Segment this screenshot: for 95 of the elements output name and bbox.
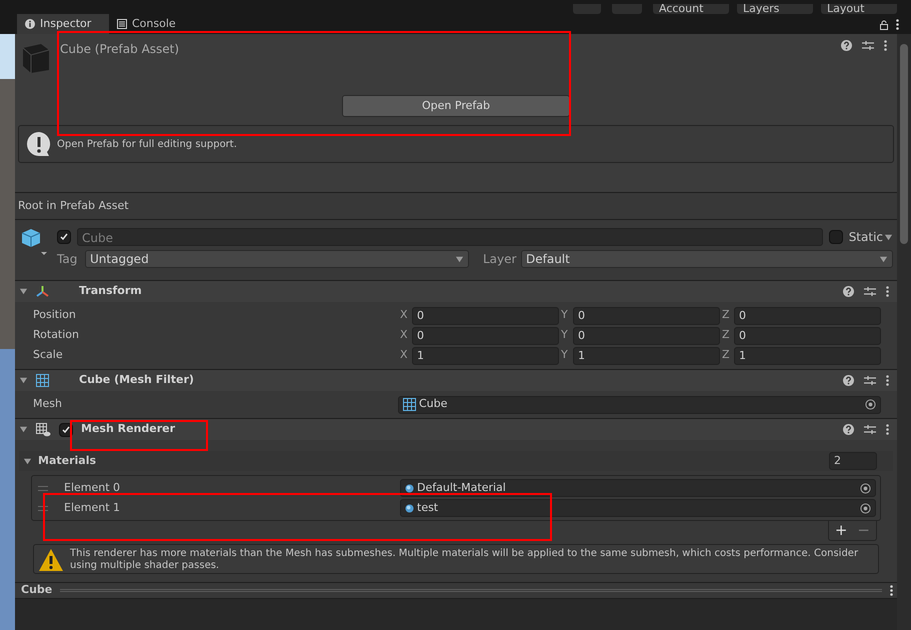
axis-label: Y bbox=[561, 307, 569, 324]
axis-label: X bbox=[400, 307, 409, 324]
sliders-icon[interactable] bbox=[864, 375, 876, 386]
grid-icon bbox=[403, 398, 416, 411]
alert-bubble-icon bbox=[25, 130, 53, 158]
check-icon bbox=[59, 232, 69, 242]
target-icon[interactable] bbox=[865, 399, 876, 410]
caret-icon[interactable] bbox=[879, 254, 888, 264]
open-prefab-button[interactable]: Open Prefab bbox=[342, 95, 570, 117]
sliders-icon[interactable] bbox=[862, 40, 874, 51]
caret-icon[interactable] bbox=[19, 425, 28, 434]
sphere-icon bbox=[405, 484, 414, 492]
cube-icon[interactable] bbox=[21, 228, 49, 256]
number-field[interactable]: 1 bbox=[573, 346, 720, 364]
layer-label: Layer bbox=[483, 251, 518, 268]
caret-icon[interactable] bbox=[19, 376, 28, 385]
number-field[interactable]: 0 bbox=[734, 326, 881, 344]
help-icon[interactable] bbox=[843, 375, 854, 386]
axis-label: Z bbox=[722, 327, 731, 344]
more-icon[interactable] bbox=[884, 40, 887, 51]
axes-icon bbox=[36, 285, 49, 298]
grid-icon bbox=[36, 374, 49, 387]
lock-icon[interactable] bbox=[880, 20, 888, 30]
drag-handle-icon[interactable] bbox=[38, 506, 48, 510]
toolbar-dropdown[interactable]: Account bbox=[653, 4, 729, 14]
number-field[interactable]: 1 bbox=[412, 346, 559, 364]
panel-tab[interactable]: Console bbox=[109, 14, 184, 34]
axis-label: Y bbox=[561, 347, 569, 364]
renderer-icon bbox=[36, 422, 51, 436]
more-icon[interactable] bbox=[886, 424, 889, 435]
axis-label: Y bbox=[561, 327, 569, 344]
property-label: Position bbox=[33, 307, 77, 324]
checkbox[interactable] bbox=[828, 230, 843, 244]
target-icon[interactable] bbox=[860, 482, 871, 494]
info-icon bbox=[25, 19, 35, 29]
more-icon[interactable] bbox=[886, 286, 889, 297]
tag-dropdown[interactable]: Untagged bbox=[85, 250, 469, 268]
component-title: Mesh Renderer bbox=[81, 421, 176, 438]
axis-label: Z bbox=[722, 347, 731, 364]
component-title: Transform bbox=[79, 283, 142, 300]
object-field[interactable]: Default-Material bbox=[400, 479, 876, 497]
object-field[interactable]: Cube bbox=[398, 396, 881, 414]
help-message: Open Prefab for full editing support. bbox=[57, 138, 237, 152]
component-header[interactable]: Cube (Mesh Filter) bbox=[15, 369, 897, 391]
number-field[interactable]: 0 bbox=[734, 306, 881, 324]
element-label: Element 1 bbox=[64, 500, 122, 516]
axis-label: Z bbox=[722, 307, 731, 324]
caret-icon[interactable] bbox=[884, 232, 893, 242]
help-icon[interactable] bbox=[841, 40, 852, 51]
caret-icon[interactable] bbox=[23, 456, 32, 466]
count-field[interactable]: 2 bbox=[829, 452, 877, 470]
panel-tab[interactable]: Inspector bbox=[17, 14, 109, 34]
more-icon[interactable] bbox=[886, 375, 889, 386]
drag-handle-icon[interactable] bbox=[38, 486, 48, 490]
static-dropdown[interactable]: Static bbox=[848, 228, 893, 246]
toolbar-dropdown[interactable]: Layout bbox=[821, 4, 897, 14]
sliders-icon[interactable] bbox=[864, 286, 876, 297]
section-label: Root in Prefab Asset bbox=[18, 198, 129, 214]
check-icon bbox=[61, 424, 71, 434]
footer-title: Cube bbox=[21, 582, 52, 598]
number-field[interactable]: 0 bbox=[412, 306, 559, 324]
more-icon[interactable] bbox=[890, 585, 893, 596]
property-label: Scale bbox=[33, 347, 64, 364]
add-button[interactable]: + bbox=[834, 523, 848, 538]
component-header[interactable]: Transform bbox=[15, 280, 897, 302]
component-header[interactable]: Mesh Renderer bbox=[15, 418, 897, 440]
component-title: Cube (Mesh Filter) bbox=[79, 372, 194, 388]
more-icon[interactable] bbox=[896, 19, 899, 30]
caret-icon[interactable] bbox=[19, 287, 28, 296]
number-field[interactable]: 0 bbox=[573, 306, 720, 324]
scrollbar[interactable] bbox=[897, 34, 911, 630]
sphere-icon bbox=[405, 504, 414, 512]
axis-label: X bbox=[400, 327, 409, 344]
layer-dropdown[interactable]: Default bbox=[521, 250, 893, 268]
warning-message: This renderer has more materials than the Mesh has submeshes. Multiple materials will be applied to the same submesh, which costs performance. Consider using multiple shader passes. bbox=[70, 548, 860, 572]
prefab-title: Cube (Prefab Asset) bbox=[60, 41, 180, 58]
element-label: Element 0 bbox=[64, 480, 122, 496]
name-field[interactable]: Cube bbox=[77, 228, 823, 246]
toolbar-dropdown[interactable]: Layers bbox=[737, 4, 813, 14]
object-field[interactable]: test bbox=[400, 499, 876, 517]
property-label: Mesh bbox=[33, 396, 63, 412]
materials-label: Materials bbox=[38, 452, 96, 469]
property-label: Rotation bbox=[33, 327, 80, 344]
help-icon[interactable] bbox=[843, 286, 854, 297]
caret-icon[interactable] bbox=[455, 254, 464, 264]
sliders-icon[interactable] bbox=[864, 424, 876, 435]
help-icon[interactable] bbox=[843, 424, 854, 435]
checkbox[interactable] bbox=[57, 230, 71, 244]
tag-label: Tag bbox=[57, 251, 78, 268]
axis-label: X bbox=[400, 347, 409, 364]
console-icon bbox=[117, 19, 127, 29]
number-field[interactable]: 0 bbox=[412, 326, 559, 344]
number-field[interactable]: 0 bbox=[573, 326, 720, 344]
number-field[interactable]: 1 bbox=[734, 346, 881, 364]
target-icon[interactable] bbox=[860, 502, 871, 514]
